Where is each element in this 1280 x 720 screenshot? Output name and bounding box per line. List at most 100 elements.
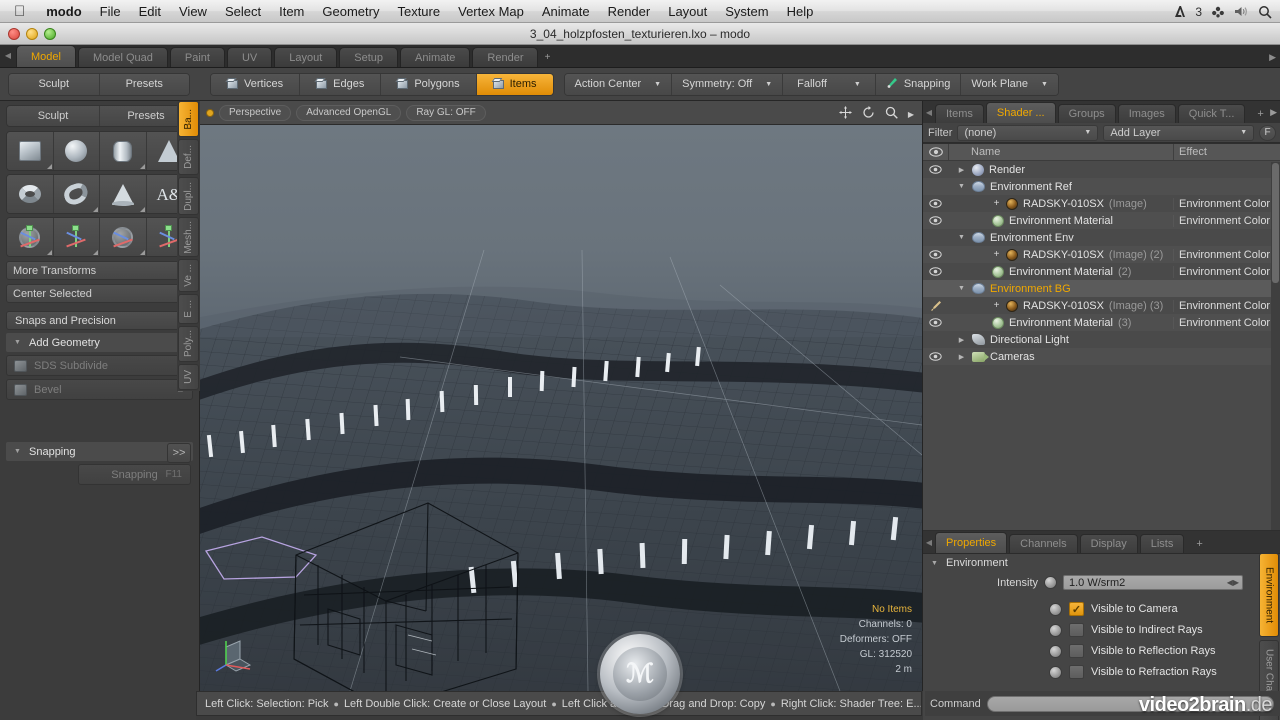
collapsed-triangle-icon[interactable]: ▶ [956,336,967,344]
more-transforms-dropdown[interactable]: More Transforms ▼ [6,261,193,280]
vtab-polygon[interactable]: Poly... [178,326,199,362]
shader-tree-row[interactable]: Environment Material (3) Environment Colo… [923,314,1280,331]
filter-f-button[interactable]: F [1259,124,1276,141]
torus-primitive-button[interactable] [7,175,54,213]
menu-item-view[interactable]: View [170,4,216,19]
environment-section-header[interactable]: ▼ Environment [923,554,1280,572]
vtab-uv[interactable]: UV [178,364,199,390]
tab-paint[interactable]: Paint [169,47,225,67]
visibility-eye-icon[interactable] [923,216,948,225]
visible-refraction-checkbox[interactable] [1069,665,1084,679]
menu-item-geometry[interactable]: Geometry [313,4,388,19]
vtab-deform[interactable]: Def... [178,139,199,175]
polygons-mode-button[interactable]: Polygons [381,73,477,95]
vtab-duplicate[interactable]: Dupl... [178,177,199,215]
ptab-properties[interactable]: Properties [935,532,1008,553]
menu-item-vertex-map[interactable]: Vertex Map [449,4,533,19]
shader-tree-row[interactable]: + RADSKY-010SX (Image) (3) Environment Col… [923,297,1280,314]
bluetooth-icon[interactable] [1211,5,1225,18]
viewport-canvas[interactable]: No Items Channels: 0 Deformers: OFF GL: … [200,125,922,691]
cylinder-primitive-button[interactable] [100,132,147,170]
items-mode-button[interactable]: Items [476,73,553,95]
ptab-channels[interactable]: Channels [1009,534,1078,553]
tabs-scroll-right-icon[interactable]: ▶ [1270,107,1277,118]
menu-item-modo[interactable]: modo [37,4,90,19]
viewport-more-icon[interactable]: ▶ [908,110,914,119]
viewport-3d[interactable]: Perspective Advanced OpenGL Ray GL: OFF … [200,101,922,691]
center-selected-dropdown[interactable]: Center Selected ▼ [6,284,193,303]
snapping-toggle[interactable]: Snapping [875,73,962,95]
menu-item-select[interactable]: Select [216,4,270,19]
cube-primitive-button[interactable] [7,132,54,170]
add-layer-dropdown[interactable]: Add Layer ▼ [1103,124,1255,141]
shader-tree-row[interactable]: Environment Material Environment Color [923,212,1280,229]
vtab-mesh[interactable]: Mesh... [178,217,199,257]
collapsed-triangle-icon[interactable]: ▶ [956,166,967,174]
close-button[interactable] [8,28,20,40]
viewport-view-dropdown[interactable]: Perspective [219,104,292,121]
shader-tree-row[interactable]: ▶ Directional Light [923,331,1280,348]
shader-tree-row[interactable]: ▼ Environment Ref [923,178,1280,195]
menu-item-texture[interactable]: Texture [388,4,449,19]
sculpt-button[interactable]: Sculpt [9,73,100,95]
menu-item-item[interactable]: Item [270,4,313,19]
rvtab-environment[interactable]: Environment [1259,553,1279,637]
expand-plus-icon[interactable]: + [992,300,1001,311]
sculpt-tab-button[interactable]: Sculpt [7,106,100,126]
expand-plus-icon[interactable]: + [992,249,1001,260]
visible-camera-checkbox[interactable]: ✓ [1069,602,1084,616]
expand-plus-icon[interactable]: + [992,198,1001,209]
visibility-eye-icon[interactable] [923,165,948,174]
tab-animate[interactable]: Animate [400,47,471,67]
snaps-and-precision-button[interactable]: Snaps and Precision [6,311,193,330]
viewport-raygl-dropdown[interactable]: Ray GL: OFF [406,104,486,121]
add-geometry-section-header[interactable]: ▼ Add Geometry [6,333,193,352]
zoom-icon[interactable] [885,106,898,122]
sds-subdivide-button[interactable]: SDS Subdivide D [6,355,193,376]
tab-setup[interactable]: Setup [339,47,399,67]
tabs-scroll-left-icon[interactable]: ◀ [923,531,935,553]
shader-tree-row-effect[interactable]: Environment Color [1173,197,1280,210]
torus-knot-primitive-button[interactable] [53,175,100,213]
visible-reflection-knob[interactable] [1049,644,1062,658]
visibility-eye-icon[interactable] [923,267,948,276]
pan-icon[interactable] [838,106,852,122]
edges-mode-button[interactable]: Edges [300,73,382,95]
shader-tree[interactable]: Name Effect ▶ Render ▼ Environment Ref + RADS… [923,143,1280,531]
visible-reflection-checkbox[interactable] [1069,644,1084,658]
ptab-add-button[interactable]: + [1186,534,1212,553]
transform-tool-button[interactable] [7,218,54,256]
menu-item-layout[interactable]: Layout [659,4,716,19]
tab-uv[interactable]: UV [226,47,273,67]
snapping-panel-button[interactable]: Snapping F11 [78,464,191,485]
falloff-dropdown[interactable]: Falloff ▼ [783,73,876,95]
shader-tree-row-effect[interactable]: Environment Color [1173,214,1280,227]
app-indicator-icon[interactable] [1174,5,1186,18]
snapping-section-header[interactable]: ▼ Snapping [6,442,193,461]
expanded-triangle-icon[interactable]: ▼ [956,234,967,241]
visibility-eye-icon[interactable] [923,318,948,327]
visible-indirect-checkbox[interactable] [1069,623,1084,637]
rtab-items[interactable]: Items [935,104,984,123]
more-tools-button[interactable]: >> [167,443,191,463]
shader-tree-row[interactable]: + RADSKY-010SX (Image) Environment Color [923,195,1280,212]
volume-icon[interactable] [1234,5,1249,18]
expanded-triangle-icon[interactable]: ▼ [956,183,967,190]
intensity-field[interactable]: 1.0 W/srm2 ◀▶ [1063,575,1243,590]
menu-item-edit[interactable]: Edit [130,4,170,19]
brush-icon[interactable] [923,300,948,312]
presets-button[interactable]: Presets [99,73,189,95]
vtab-basic[interactable]: Ba... [178,101,199,137]
visibility-eye-icon[interactable] [923,352,948,361]
menu-item-file[interactable]: File [91,4,130,19]
shader-tree-row-effect[interactable]: Environment Color [1173,316,1280,329]
move-tool-button[interactable] [53,218,100,256]
work-plane-dropdown[interactable]: Work Plane ▼ [961,73,1058,95]
shader-tree-row-effect[interactable]: Environment Color [1173,265,1280,278]
tab-add-button[interactable]: + [540,47,554,67]
visible-refraction-knob[interactable] [1049,665,1062,679]
rtab-shader-tree[interactable]: Shader ... [985,102,1056,123]
shader-tree-scrollbar[interactable] [1271,162,1280,530]
visible-camera-knob[interactable] [1049,602,1062,616]
zoom-button[interactable] [44,28,56,40]
